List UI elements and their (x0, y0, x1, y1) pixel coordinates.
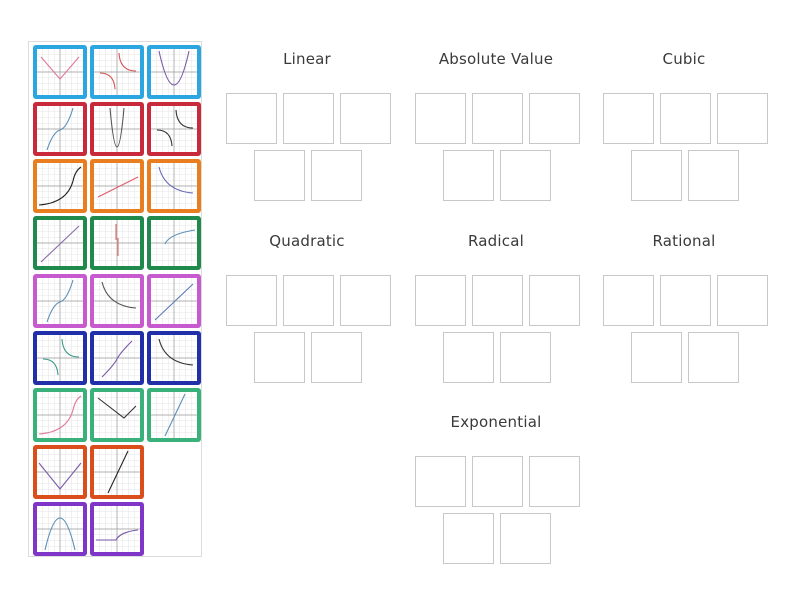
graph-thumbnail (94, 392, 140, 438)
graph-thumbnail (151, 278, 197, 324)
graph-thumbnail (151, 163, 197, 209)
drop-slot[interactable] (415, 456, 466, 507)
drop-slot[interactable] (472, 456, 523, 507)
graph-card[interactable] (33, 274, 87, 328)
drop-slot[interactable] (311, 332, 362, 383)
group-title: Exponential (450, 413, 542, 431)
drop-slot[interactable] (529, 275, 580, 326)
graph-card[interactable] (90, 445, 144, 499)
drop-slot[interactable] (500, 513, 551, 564)
graph-thumbnail (37, 335, 83, 381)
drop-slot[interactable] (660, 93, 711, 144)
drop-slot[interactable] (226, 93, 277, 144)
drop-slot[interactable] (631, 332, 682, 383)
drop-slot[interactable] (415, 275, 466, 326)
graph-thumbnail (94, 278, 140, 324)
drop-slot[interactable] (283, 93, 334, 144)
graph-thumbnail (151, 220, 197, 266)
drop-slot[interactable] (500, 332, 551, 383)
drop-slot[interactable] (226, 275, 277, 326)
graph-card[interactable] (33, 102, 87, 156)
graph-card[interactable] (90, 274, 144, 328)
graph-thumbnail (37, 506, 83, 552)
graph-card[interactable] (33, 445, 87, 499)
graph-card[interactable] (147, 102, 201, 156)
drop-slot[interactable] (688, 150, 739, 201)
graph-card[interactable] (147, 388, 201, 442)
graph-thumbnail (37, 49, 83, 95)
group-title: Cubic (662, 50, 706, 68)
graph-card[interactable] (90, 502, 144, 556)
graph-card[interactable] (33, 502, 87, 556)
graph-thumbnail (94, 506, 140, 552)
drop-slot[interactable] (443, 513, 494, 564)
graph-card[interactable] (147, 216, 201, 270)
drop-slot[interactable] (603, 275, 654, 326)
drop-slot[interactable] (717, 275, 768, 326)
graph-card[interactable] (90, 159, 144, 213)
graph-card[interactable] (33, 159, 87, 213)
graph-thumbnail (151, 106, 197, 152)
graph-thumbnail (94, 49, 140, 95)
drop-slot[interactable] (472, 93, 523, 144)
group-title: Linear (283, 50, 331, 68)
drop-slot[interactable] (443, 150, 494, 201)
drop-slot[interactable] (340, 93, 391, 144)
drop-slot[interactable] (717, 93, 768, 144)
graph-card[interactable] (33, 331, 87, 385)
graph-card[interactable] (147, 331, 201, 385)
graph-thumbnail (151, 392, 197, 438)
drop-slot[interactable] (500, 150, 551, 201)
group-title: Quadratic (269, 232, 345, 250)
drop-slot[interactable] (529, 93, 580, 144)
graph-thumbnail (37, 278, 83, 324)
drop-slot[interactable] (443, 332, 494, 383)
graph-thumbnail (37, 220, 83, 266)
graph-thumbnail (94, 335, 140, 381)
graph-card[interactable] (33, 45, 87, 99)
group-title: Rational (652, 232, 716, 250)
drop-slot[interactable] (311, 150, 362, 201)
graph-card[interactable] (90, 45, 144, 99)
graph-thumbnail (151, 49, 197, 95)
drop-slot[interactable] (472, 275, 523, 326)
drop-slot[interactable] (631, 150, 682, 201)
graph-thumbnail (94, 220, 140, 266)
drop-slot[interactable] (688, 332, 739, 383)
graph-thumbnail (37, 106, 83, 152)
group-title: Radical (468, 232, 524, 250)
graph-card[interactable] (90, 331, 144, 385)
graph-card[interactable] (90, 388, 144, 442)
drop-slot[interactable] (254, 150, 305, 201)
graph-card[interactable] (90, 102, 144, 156)
drop-slot[interactable] (415, 93, 466, 144)
graph-card[interactable] (147, 159, 201, 213)
graph-thumbnail (151, 335, 197, 381)
graph-thumbnail (37, 392, 83, 438)
drop-slot[interactable] (660, 275, 711, 326)
graph-thumbnail (94, 106, 140, 152)
graph-card[interactable] (33, 388, 87, 442)
graph-card[interactable] (90, 216, 144, 270)
graph-thumbnail (94, 163, 140, 209)
graph-thumbnail (37, 449, 83, 495)
drop-slot[interactable] (283, 275, 334, 326)
group-title: Absolute Value (438, 50, 554, 68)
graph-card[interactable] (33, 216, 87, 270)
drop-slot[interactable] (529, 456, 580, 507)
drop-slot[interactable] (603, 93, 654, 144)
graph-card[interactable] (147, 274, 201, 328)
drop-slot[interactable] (254, 332, 305, 383)
drop-slot[interactable] (340, 275, 391, 326)
graph-card[interactable] (147, 45, 201, 99)
graph-thumbnail (37, 163, 83, 209)
card-pool (28, 41, 202, 557)
graph-thumbnail (94, 449, 140, 495)
